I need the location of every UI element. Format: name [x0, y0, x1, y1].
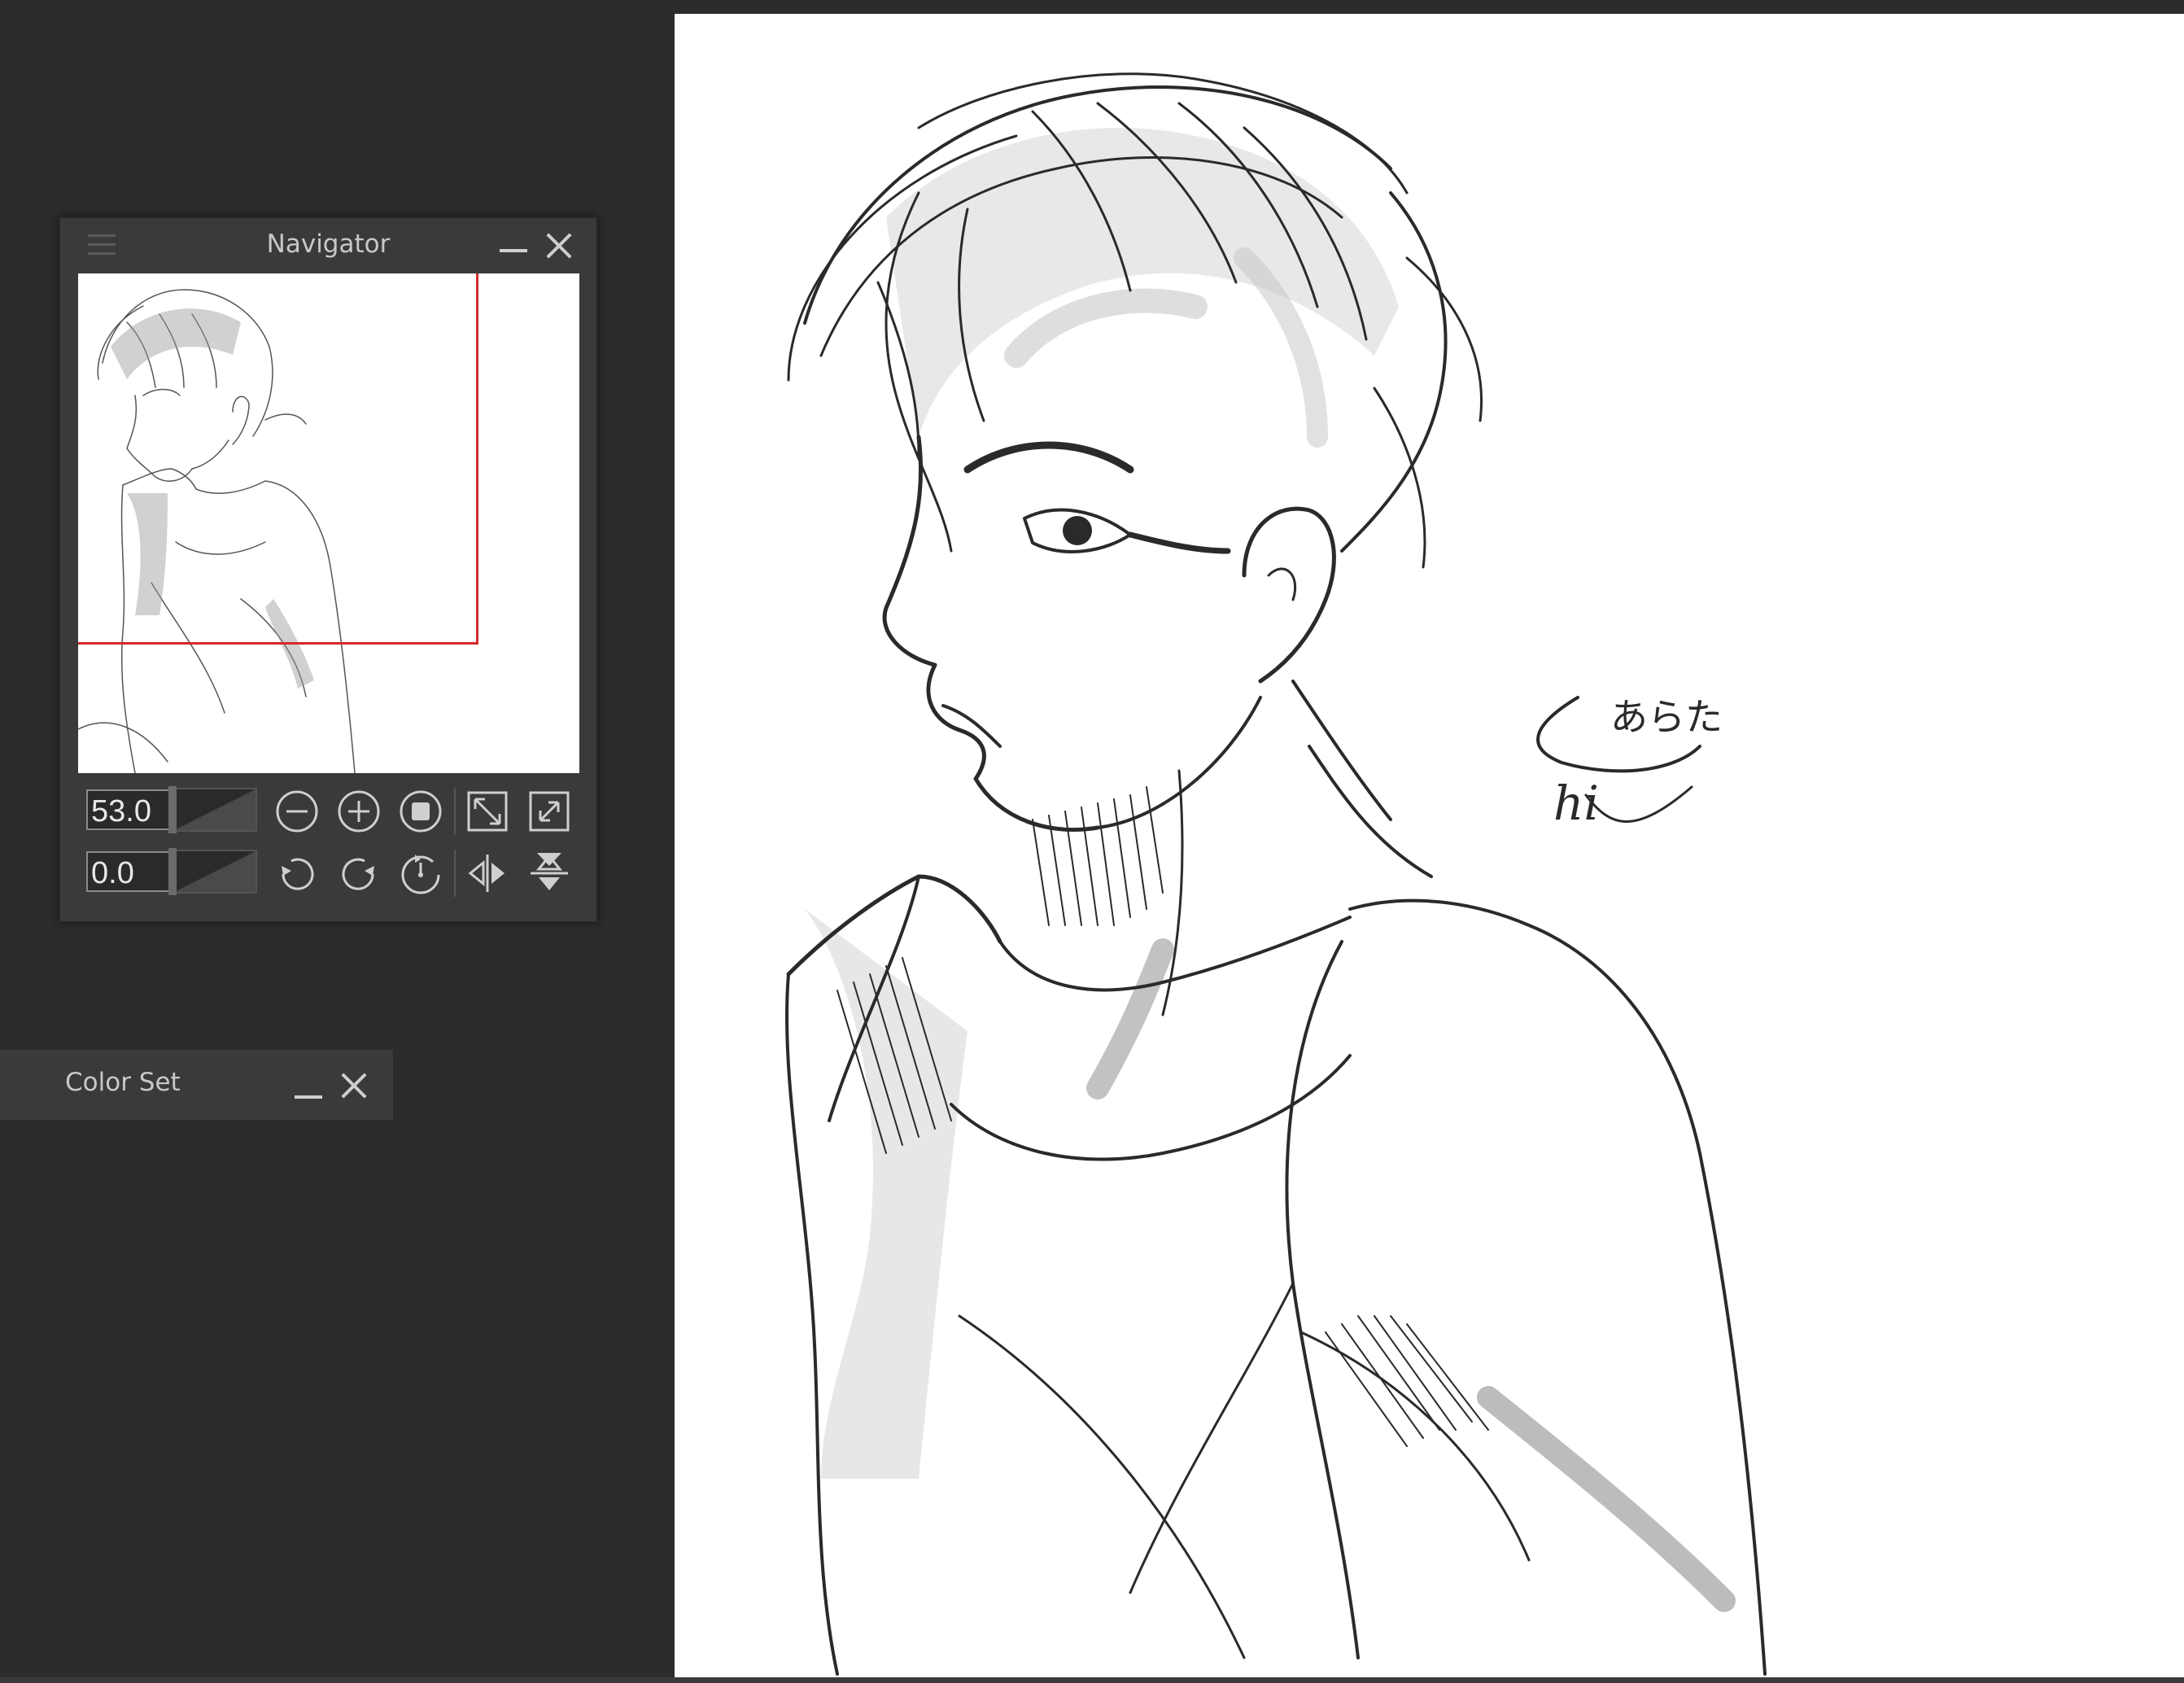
rotate-right-icon[interactable] [335, 850, 382, 897]
zoom-value-field[interactable]: 53.0 [86, 789, 174, 830]
flip-horizontal-icon[interactable] [464, 850, 511, 897]
controls-separator [454, 850, 456, 897]
minimize-icon[interactable] [500, 228, 527, 252]
color-set-panel[interactable]: Color Set [0, 1050, 393, 1121]
actual-pixels-icon[interactable] [397, 788, 444, 835]
zoom-in-icon[interactable] [335, 788, 382, 835]
navigator-controls: 53.0 0.0 [78, 778, 579, 908]
bottom-strip [0, 1677, 2184, 1683]
fit-navigator-icon[interactable] [464, 788, 511, 835]
fit-window-icon[interactable] [526, 788, 573, 835]
zoom-slider-thumb[interactable] [168, 786, 177, 833]
close-icon[interactable] [340, 1072, 368, 1099]
workspace: あらた hi Navigator 53.0 0.0 Color Set [0, 0, 2184, 1683]
rotation-slider[interactable] [173, 850, 257, 894]
rotation-slider-thumb[interactable] [168, 848, 177, 895]
color-set-title: Color Set [65, 1068, 181, 1097]
navigator-titlebar[interactable]: Navigator [60, 218, 596, 273]
navigator-thumbnail [78, 289, 356, 773]
drawing-canvas[interactable]: あらた hi [675, 14, 2184, 1677]
close-icon[interactable] [545, 232, 573, 260]
rotate-left-icon[interactable] [273, 850, 321, 897]
signature-latin: hi [1553, 776, 1599, 831]
reset-rotation-icon[interactable] [397, 850, 444, 897]
zoom-slider[interactable] [173, 788, 257, 832]
flip-vertical-icon[interactable] [526, 850, 573, 897]
navigator-panel: Navigator 53.0 0.0 [59, 216, 598, 923]
controls-separator [454, 788, 456, 835]
zoom-out-icon[interactable] [273, 788, 321, 835]
navigator-preview[interactable] [78, 273, 579, 773]
sketch-artwork: あらた hi [784, 72, 1767, 1676]
minimize-icon[interactable] [295, 1074, 322, 1099]
rotation-value-field[interactable]: 0.0 [86, 851, 174, 892]
signature-kana: あらた [1610, 695, 1723, 739]
